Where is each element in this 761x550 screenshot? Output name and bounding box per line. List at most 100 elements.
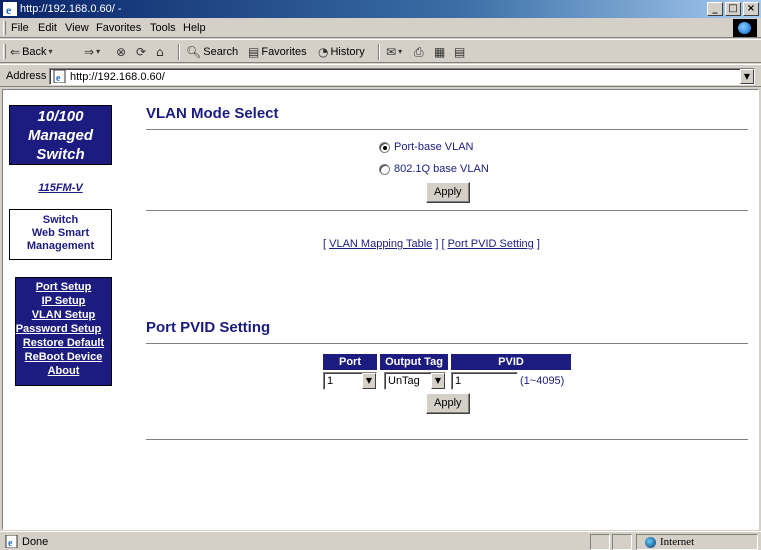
header-output-tag: Output Tag: [380, 354, 448, 370]
header-port: Port: [323, 354, 377, 370]
forward-dropdown-icon[interactable]: ▾: [96, 44, 100, 60]
pvid-input[interactable]: 1: [451, 372, 518, 390]
vlan-mode-heading: VLAN Mode Select: [146, 105, 279, 122]
output-tag-value: UnTag: [388, 375, 420, 387]
pvid-heading: Port PVID Setting: [146, 319, 271, 336]
model-link[interactable]: 115FM-V: [3, 182, 118, 194]
menu-favorites[interactable]: Favorites: [96, 22, 141, 34]
port-select-value: 1: [327, 375, 334, 387]
pvid-apply-button[interactable]: Apply: [426, 393, 470, 414]
zone-text: Internet: [660, 536, 695, 548]
favorites-icon: ▤: [248, 45, 260, 59]
print-icon: ⎙: [414, 45, 424, 59]
divider: [146, 343, 748, 345]
bracket: [: [323, 238, 327, 250]
search-button[interactable]: 🔍︎ Search: [186, 44, 238, 60]
menubar-grip: [3, 21, 6, 35]
radio-8021q[interactable]: 802.1Q base VLAN: [379, 163, 489, 175]
nav-vlan-setup[interactable]: VLAN Setup: [16, 308, 111, 322]
svg-text:e: e: [56, 73, 61, 83]
edit-icon: ▦: [434, 45, 446, 59]
home-button[interactable]: ⌂: [156, 44, 164, 60]
header-pvid: PVID: [451, 354, 571, 370]
address-url: http://192.168.0.60/: [70, 71, 165, 83]
nav-about[interactable]: About: [16, 364, 111, 378]
history-button[interactable]: ◔ History: [318, 44, 365, 60]
vlan-mapping-table-link[interactable]: VLAN Mapping Table: [329, 238, 432, 250]
browser-logo-icon: e: [3, 2, 17, 16]
port-select[interactable]: 1 ▼: [323, 372, 377, 390]
management-line: Switch: [42, 214, 79, 226]
radio-8021q-button[interactable]: [379, 163, 390, 175]
mail-button[interactable]: ✉ ▾: [386, 44, 402, 60]
favorites-button[interactable]: ▤ Favorites: [248, 44, 307, 60]
refresh-button[interactable]: ⟳: [136, 44, 146, 60]
close-button[interactable]: ×: [743, 2, 759, 16]
port-pvid-setting-link[interactable]: Port PVID Setting: [448, 238, 534, 250]
management-line: Management: [26, 240, 95, 252]
port-dropdown-icon[interactable]: ▼: [362, 373, 376, 389]
brand-line: Switch: [36, 146, 85, 163]
radio-port-base-label: Port-base VLAN: [394, 141, 474, 153]
nav-restore-default[interactable]: Restore Default: [16, 336, 111, 350]
pvid-range: (1~4095): [520, 375, 565, 387]
toolbar-grip: [3, 44, 6, 59]
stop-button[interactable]: ⊗: [116, 44, 126, 60]
page-icon: e: [53, 70, 66, 83]
toolbar-separator: [378, 44, 380, 60]
address-bar: Address e http://192.168.0.60/ ▼: [0, 64, 761, 87]
menu-view[interactable]: View: [65, 22, 89, 34]
address-input[interactable]: e http://192.168.0.60/ ▼: [49, 68, 755, 85]
history-label: History: [330, 46, 365, 58]
svg-text:e: e: [6, 3, 12, 16]
mail-icon: ✉: [386, 45, 397, 59]
page-done-icon: e: [5, 535, 18, 548]
back-label: Back: [22, 46, 47, 58]
history-icon: ◔: [318, 45, 329, 59]
refresh-icon: ⟳: [136, 45, 147, 59]
menu-tools[interactable]: Tools: [150, 22, 176, 34]
forward-button[interactable]: ⇒ ▾: [84, 44, 100, 60]
back-button[interactable]: ⇐ Back ▾: [10, 44, 53, 60]
svg-text:e: e: [8, 538, 13, 548]
back-dropdown-icon[interactable]: ▾: [49, 44, 53, 60]
toolbar-separator: [178, 44, 180, 60]
minimize-button[interactable]: _: [707, 2, 723, 16]
nav-ip-setup[interactable]: IP Setup: [16, 294, 111, 308]
maximize-button[interactable]: □: [725, 2, 741, 16]
back-arrow-icon: ⇐: [10, 45, 21, 59]
title-bar: e http://192.168.0.60/ - _ □ ×: [0, 0, 761, 18]
brand-logo: 10/100 Managed Switch: [9, 105, 112, 165]
output-tag-select[interactable]: UnTag ▼: [384, 372, 446, 390]
divider: [146, 439, 748, 441]
edit-button[interactable]: ▦: [434, 44, 445, 60]
menu-help[interactable]: Help: [183, 22, 206, 34]
status-text: Done: [22, 536, 49, 548]
discuss-icon: ▤: [454, 45, 466, 59]
nav-reboot-device[interactable]: ReBoot Device: [16, 350, 111, 364]
vlan-apply-button[interactable]: Apply: [426, 182, 470, 203]
address-label: Address: [6, 70, 47, 82]
menu-file[interactable]: File: [11, 22, 29, 34]
nav-password-setup[interactable]: Password Setup: [6, 322, 111, 336]
vlan-links: [ VLAN Mapping Table ] [ Port PVID Setti…: [323, 238, 540, 250]
search-label: Search: [203, 46, 239, 58]
favorites-label: Favorites: [261, 46, 307, 58]
divider: [146, 129, 748, 131]
window-title: http://192.168.0.60/ -: [20, 3, 122, 15]
search-icon: 🔍︎: [186, 45, 202, 59]
radio-port-base-button[interactable]: [379, 141, 390, 153]
discuss-button[interactable]: ▤: [454, 44, 465, 60]
status-cell: [612, 534, 632, 550]
nav-port-setup[interactable]: Port Setup: [16, 280, 111, 294]
bracket: ] [: [435, 238, 445, 250]
mail-dropdown-icon[interactable]: ▾: [398, 44, 402, 60]
menu-edit[interactable]: Edit: [38, 22, 57, 34]
output-tag-dropdown-icon[interactable]: ▼: [431, 373, 445, 389]
bracket: ]: [536, 238, 540, 250]
page-viewport: 10/100 Managed Switch 115FM-V Switch Web…: [2, 89, 759, 530]
print-button[interactable]: ⎙: [414, 44, 424, 60]
radio-port-base[interactable]: Port-base VLAN: [379, 141, 473, 153]
radio-8021q-label: 802.1Q base VLAN: [394, 163, 489, 175]
address-dropdown-icon[interactable]: ▼: [740, 69, 754, 84]
